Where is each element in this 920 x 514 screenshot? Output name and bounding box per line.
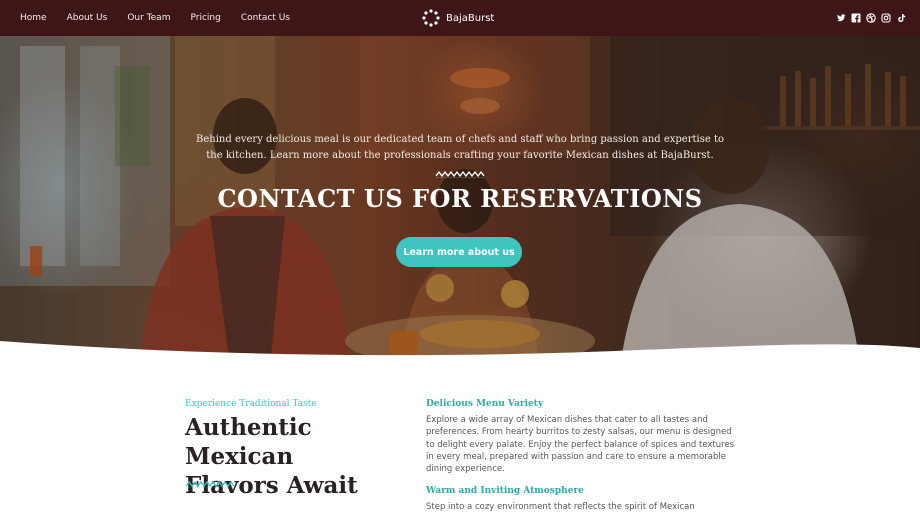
intro-section: Experience Traditional Taste Authentic M… bbox=[0, 366, 920, 514]
hero-title: CONTACT US FOR RESERVATIONS bbox=[217, 184, 703, 213]
nav-link-about-us[interactable]: About Us bbox=[67, 13, 108, 23]
twitter-icon[interactable] bbox=[836, 13, 846, 23]
section-title-line-1: Authentic Mexican bbox=[185, 414, 312, 470]
hero-banner: Behind every delicious meal is our dedic… bbox=[0, 36, 920, 366]
nav-link-our-team[interactable]: Our Team bbox=[127, 13, 170, 23]
learn-more-button[interactable]: Learn more about us bbox=[396, 237, 522, 267]
nav-link-home[interactable]: Home bbox=[20, 13, 47, 23]
tiktok-icon[interactable] bbox=[896, 13, 906, 23]
social-links bbox=[836, 13, 906, 23]
zigzag-divider-icon bbox=[435, 170, 485, 178]
hero-wave-divider bbox=[0, 341, 920, 366]
feature-title-atmosphere: Warm and Inviting Atmosphere bbox=[426, 486, 584, 496]
nav-links: Home About Us Our Team Pricing Contact U… bbox=[20, 13, 310, 23]
instagram-icon[interactable] bbox=[881, 13, 891, 23]
feature-title-menu-variety: Delicious Menu Variety bbox=[426, 399, 544, 409]
brand-logo[interactable]: BajaBurst bbox=[422, 7, 494, 29]
dribbble-icon[interactable] bbox=[866, 13, 876, 23]
nav-link-pricing[interactable]: Pricing bbox=[190, 13, 220, 23]
zigzag-divider-icon bbox=[185, 480, 235, 488]
top-navbar: Home About Us Our Team Pricing Contact U… bbox=[0, 0, 920, 36]
facebook-icon[interactable] bbox=[851, 13, 861, 23]
brand-name: BajaBurst bbox=[446, 12, 495, 24]
feature-text-menu-variety: Explore a wide array of Mexican dishes t… bbox=[426, 415, 735, 475]
sunburst-logo-icon bbox=[422, 9, 440, 27]
hero-intro-text: Behind every delicious meal is our dedic… bbox=[196, 134, 724, 161]
feature-text-atmosphere: Step into a cozy environment that reflec… bbox=[426, 502, 695, 512]
nav-link-contact-us[interactable]: Contact Us bbox=[241, 13, 290, 23]
section-eyebrow: Experience Traditional Taste bbox=[185, 399, 317, 409]
